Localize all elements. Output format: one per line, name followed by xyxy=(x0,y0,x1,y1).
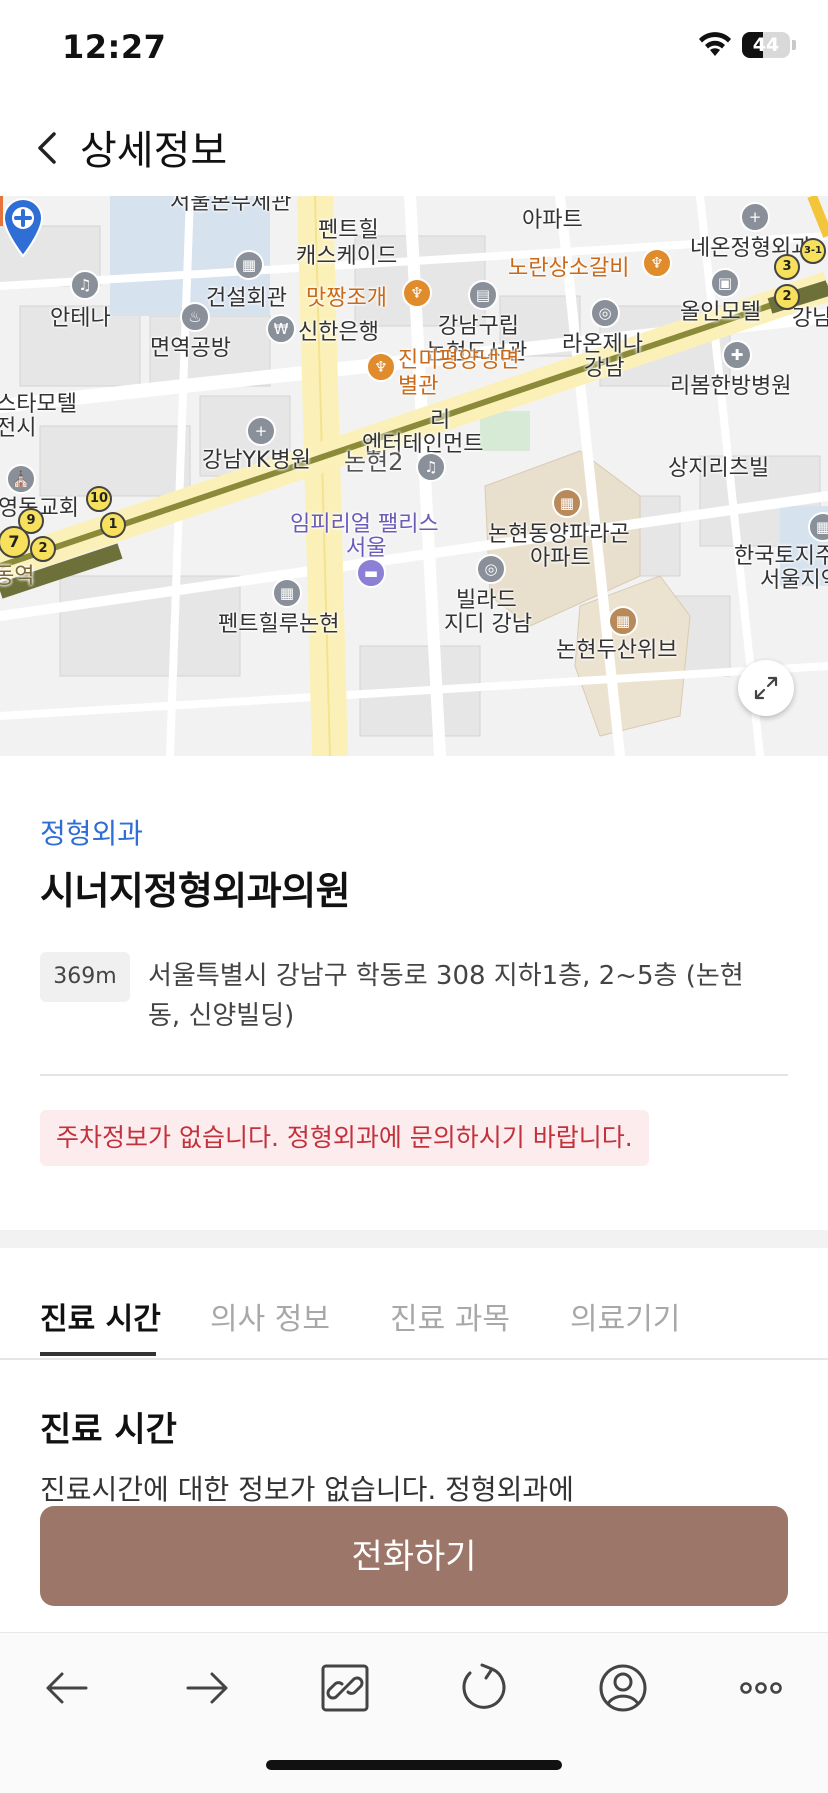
map-label-hotel: 서울 xyxy=(346,536,387,561)
workshop-icon: ♨ xyxy=(180,302,210,332)
map-expand-button[interactable] xyxy=(738,660,794,716)
clinic-icon: ✚ xyxy=(722,340,752,370)
map-label: 올인모텔 xyxy=(680,300,761,325)
page-title: 상세정보 xyxy=(80,128,228,174)
library-icon: ▤ xyxy=(468,280,498,310)
map-label: 전시 xyxy=(0,416,37,441)
subway-exit-badge: 1 xyxy=(100,512,126,538)
clinic-name: 시너지정형외과의원 xyxy=(40,869,351,913)
map-label-restaurant: 맛짱조개 xyxy=(306,286,387,311)
building-icon: ▦ xyxy=(234,250,264,280)
restaurant-icon: ♆ xyxy=(366,352,396,382)
tab-equipment[interactable]: 의료기기 xyxy=(570,1294,680,1338)
battery-icon: 44 xyxy=(742,32,790,58)
expand-icon xyxy=(754,676,778,700)
clinic-category: 정형외과 xyxy=(40,817,144,850)
map-label: 건설회관 xyxy=(206,286,287,311)
more-icon[interactable] xyxy=(726,1653,796,1723)
refresh-icon[interactable] xyxy=(448,1653,518,1723)
home-indicator xyxy=(266,1760,562,1770)
battery-percent: 44 xyxy=(752,34,780,56)
divider xyxy=(40,1074,788,1076)
parking-notice: 주차정보가 없습니다. 정형외과에 문의하시기 바랍니다. xyxy=(40,1110,649,1166)
arrow-left-icon[interactable] xyxy=(32,1653,102,1723)
map-label: 면역공방 xyxy=(150,336,231,361)
map-label: 아파트 xyxy=(530,546,591,571)
tab-departments[interactable]: 진료 과목 xyxy=(390,1294,510,1338)
map-label: 강남 xyxy=(584,356,625,381)
map-label: 서울본부세관 xyxy=(170,196,292,215)
back-chevron-icon[interactable] xyxy=(22,122,74,174)
subway-exit-badge: 3 xyxy=(774,254,800,280)
page-header: 상세정보 xyxy=(0,100,828,196)
profile-icon[interactable] xyxy=(588,1653,658,1723)
bank-icon: ₩ xyxy=(266,314,296,344)
hotel-icon: ▬ xyxy=(356,558,386,588)
active-tab-indicator xyxy=(40,1352,156,1356)
map-label-district: 논현2 xyxy=(344,448,404,476)
info-tabs: 진료 시간 의사 정보 진료 과목 의료기기 xyxy=(0,1248,828,1360)
map-label: 안테나 xyxy=(50,306,111,331)
section-separator xyxy=(0,1230,828,1248)
clinic-address: 서울특별시 강남구 학동로 308 지하1층, 2~5층 (논현동, 신양빌딩) xyxy=(148,961,744,1031)
apartment-icon: ▦ xyxy=(552,488,582,518)
map-label: 서울지역 xyxy=(760,568,828,593)
map-label: 논현두산위브 xyxy=(556,638,678,663)
map-label: 캐스케이드 xyxy=(296,244,398,269)
map-label: 지디 강남 xyxy=(444,612,532,637)
map-label-restaurant: 별관 xyxy=(398,374,439,399)
music-icon: ♫ xyxy=(70,270,100,300)
restaurant-icon: ♆ xyxy=(402,278,432,308)
section-body: 진료시간에 대한 정보가 없습니다. 정형외과에 xyxy=(40,1473,574,1506)
subway-exit-badge: 3-1 xyxy=(800,238,826,264)
link-icon[interactable] xyxy=(310,1653,380,1723)
location-pin-icon[interactable] xyxy=(0,196,46,258)
place-icon: ◎ xyxy=(590,298,620,328)
place-icon: ◎ xyxy=(476,554,506,584)
wifi-icon xyxy=(699,32,731,56)
tab-doctors[interactable]: 의사 정보 xyxy=(210,1294,330,1338)
section-title: 진료 시간 xyxy=(40,1410,177,1450)
status-time: 12:27 xyxy=(62,28,167,66)
building-icon: ▦ xyxy=(272,578,302,608)
map-label: 신한은행 xyxy=(298,320,379,345)
map-label: 펜트힐루논현 xyxy=(218,612,340,637)
tab-hours[interactable]: 진료 시간 xyxy=(40,1294,161,1338)
subway-exit-badge: 2 xyxy=(774,284,800,310)
map-label-station: 동역 xyxy=(0,564,35,589)
map-label: 강남YK병원 xyxy=(202,448,311,473)
map-label: 리봄한방병원 xyxy=(670,374,792,399)
status-bar: 12:27 44 xyxy=(0,0,828,100)
map-view[interactable]: 서울본부세관 펜트힐 캐스케이드 아파트 + 네온정형외과 노란상소갈비 ♆ ▦… xyxy=(0,196,828,756)
arrow-right-icon[interactable] xyxy=(172,1653,242,1723)
battery-cap xyxy=(792,40,796,50)
music-icon: ♫ xyxy=(416,452,446,482)
hospital-icon: + xyxy=(740,202,770,232)
subway-exit-badge: 10 xyxy=(86,486,112,512)
restaurant-icon: ♆ xyxy=(642,248,672,278)
map-label-restaurant: 노란상소갈비 xyxy=(508,256,630,281)
distance-badge: 369m xyxy=(40,952,130,1002)
map-label: 상지리츠빌 xyxy=(668,456,770,481)
call-button[interactable]: 전화하기 xyxy=(40,1506,788,1606)
map-label: 아파트 xyxy=(522,208,583,233)
